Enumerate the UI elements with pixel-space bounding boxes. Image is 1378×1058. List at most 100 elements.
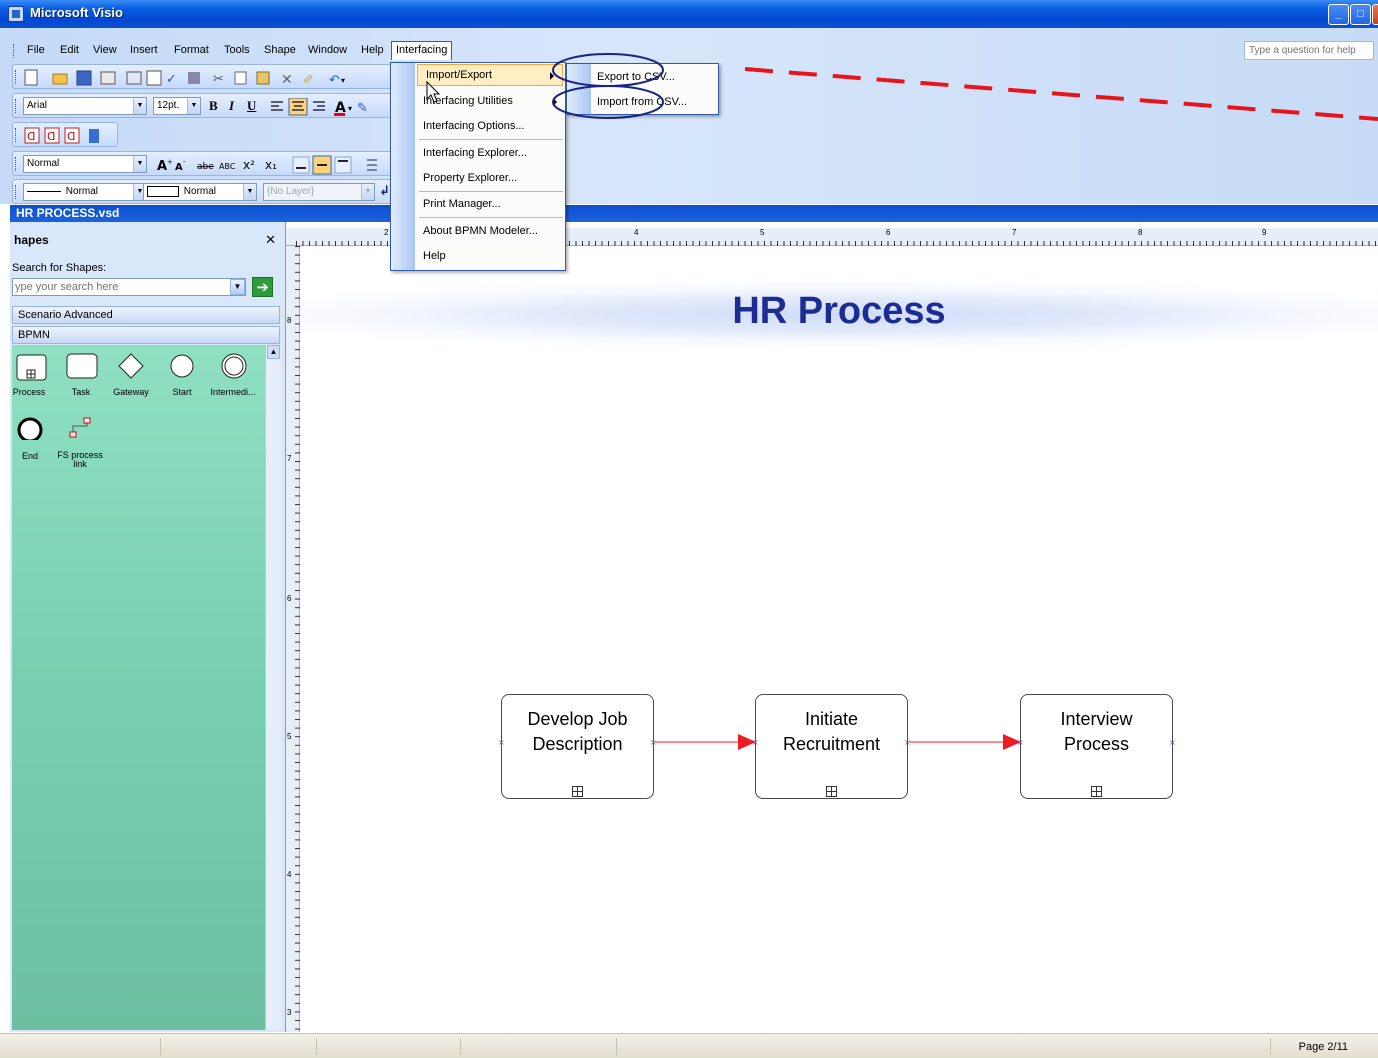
- menu-view[interactable]: View: [91, 43, 119, 57]
- diagram-title[interactable]: HR Process: [300, 290, 1378, 333]
- search-go-icon[interactable]: ➔: [252, 277, 273, 297]
- connector-tool-icon[interactable]: ↲: [379, 183, 390, 199]
- line-sample: [27, 190, 61, 192]
- italic-icon[interactable]: I: [229, 98, 234, 114]
- menu-edit[interactable]: Edit: [58, 43, 81, 57]
- menu-item-about-bpmn-modeler[interactable]: About BPMN Modeler...: [415, 221, 565, 243]
- chevron-down-icon[interactable]: ▼: [133, 98, 146, 114]
- menu-item-label: Interfacing Utilities: [423, 95, 513, 107]
- process-develop-job-description[interactable]: Develop Job Description: [501, 694, 654, 799]
- alignment-icons[interactable]: A ▾ ✎: [269, 98, 393, 116]
- menu-item-interfacing-options[interactable]: Interfacing Options...: [415, 116, 565, 138]
- bold-icon[interactable]: B: [209, 98, 218, 114]
- chevron-down-icon[interactable]: ▼: [230, 279, 245, 295]
- font-value: Arial: [27, 100, 48, 111]
- font-select[interactable]: Arial ▼: [23, 97, 147, 115]
- menu-interfacing[interactable]: Interfacing: [391, 41, 453, 60]
- document-title-bar: HR PROCESS.vsd: [10, 205, 1378, 222]
- process-interview-process[interactable]: Interview Process: [1020, 694, 1173, 799]
- shape-task[interactable]: Task: [60, 387, 102, 397]
- scroll-up-icon[interactable]: ▲: [267, 345, 280, 359]
- pdf-icons[interactable]: ᗡ ᗡ ᗡ: [23, 127, 113, 145]
- menu-item-import-from-csv[interactable]: Import from CSV...: [591, 91, 718, 113]
- svg-text:A: A: [175, 162, 183, 173]
- shape-gateway[interactable]: Gateway: [108, 387, 154, 397]
- stencil-scrollbar[interactable]: ▲: [265, 345, 281, 1030]
- shape-end[interactable]: End: [12, 451, 48, 461]
- visio-app-icon[interactable]: [8, 6, 24, 22]
- font-size-value: 12pt.: [157, 100, 180, 111]
- chevron-down-icon[interactable]: ▼: [361, 184, 374, 200]
- menu-item-export-to-csv[interactable]: Export to CSV...: [591, 66, 718, 88]
- svg-text:✐: ✐: [303, 73, 314, 87]
- ruler-label: 2: [384, 228, 389, 237]
- page-indicator[interactable]: Page 2/11: [1299, 1041, 1348, 1053]
- underline-icon[interactable]: U: [247, 98, 256, 114]
- toolbar-grip[interactable]: [15, 128, 18, 142]
- help-search-input[interactable]: [1244, 41, 1374, 60]
- menu-item-interfacing-utilities[interactable]: Interfacing Utilities: [415, 91, 565, 113]
- process-label-line1: Develop Job: [527, 709, 628, 729]
- vertical-ruler[interactable]: 8 7 6 5 4 3: [286, 246, 300, 1032]
- svg-text:ᗡ: ᗡ: [67, 130, 75, 143]
- fill-sample: [147, 186, 179, 197]
- svg-text:+: +: [167, 158, 173, 166]
- menu-window[interactable]: Window: [306, 43, 349, 57]
- toolbar-grip[interactable]: [15, 185, 18, 199]
- style-select[interactable]: Normal ▼: [23, 155, 147, 173]
- menu-item-interfacing-explorer[interactable]: Interfacing Explorer...: [415, 143, 565, 165]
- text-format-icons[interactable]: A + A - abe ABC x² x₁: [153, 155, 393, 175]
- expand-subprocess-icon[interactable]: [572, 786, 583, 797]
- drawing-canvas[interactable]: [300, 246, 1378, 1032]
- ruler-label: 6: [886, 228, 891, 237]
- svg-text:✓: ✓: [166, 72, 177, 87]
- shapes-panel-header: hapes ✕: [10, 230, 280, 250]
- svg-text:abe: abe: [197, 162, 214, 172]
- close-icon[interactable]: ✕: [265, 232, 276, 248]
- shape-start[interactable]: Start: [164, 387, 200, 397]
- minimize-button[interactable]: _: [1328, 4, 1349, 25]
- menubar-grip[interactable]: [13, 44, 16, 58]
- menu-item-print-manager[interactable]: Print Manager...: [415, 194, 565, 216]
- submenu-arrow-icon: [553, 98, 557, 106]
- chevron-down-icon[interactable]: ▼: [243, 184, 256, 200]
- menu-insert[interactable]: Insert: [128, 43, 160, 57]
- toolbar-grip[interactable]: [15, 70, 18, 84]
- toolbar-grip[interactable]: [15, 157, 18, 171]
- shape-fs-process-link[interactable]: FS process link: [56, 451, 104, 469]
- close-button[interactable]: [1372, 4, 1378, 25]
- line-style-select[interactable]: Normal ▼: [23, 183, 147, 201]
- fill-style-select[interactable]: Normal ▼: [143, 183, 257, 201]
- svg-text:↶: ↶: [329, 73, 340, 87]
- stencil-tab-bpmn[interactable]: BPMN: [12, 326, 280, 344]
- shape-intermediate[interactable]: Intermedi...: [206, 387, 260, 397]
- maximize-button[interactable]: □: [1350, 4, 1371, 25]
- menu-item-property-explorer[interactable]: Property Explorer...: [415, 168, 565, 190]
- menu-help[interactable]: Help: [359, 43, 386, 57]
- process-label-line2: Recruitment: [782, 734, 881, 754]
- menu-tools[interactable]: Tools: [222, 43, 252, 57]
- menu-shape[interactable]: Shape: [262, 43, 298, 57]
- search-shapes-input[interactable]: [12, 278, 246, 296]
- menu-item-import-export[interactable]: Import/Export: [417, 64, 563, 86]
- search-shapes-label: Search for Shapes:: [12, 262, 107, 274]
- layer-select[interactable]: {No Layer} ▼: [263, 183, 375, 201]
- ruler-label: 9: [1262, 228, 1267, 237]
- import-export-submenu: Export to CSV... Import from CSV...: [566, 63, 719, 115]
- menu-file[interactable]: File: [25, 43, 47, 57]
- svg-text:✎: ✎: [357, 101, 368, 116]
- status-bar: [0, 1033, 1378, 1058]
- shape-process[interactable]: Process: [10, 387, 48, 397]
- stencil-tab-scenario-advanced[interactable]: Scenario Advanced: [12, 306, 280, 324]
- toolbar-grip[interactable]: [15, 99, 18, 113]
- chevron-down-icon[interactable]: ▼: [133, 156, 146, 172]
- svg-text:▾: ▾: [341, 76, 345, 85]
- menu-format[interactable]: Format: [172, 43, 211, 57]
- font-size-select[interactable]: 12pt. ▼: [153, 97, 201, 115]
- process-initiate-recruitment[interactable]: Initiate Recruitment: [755, 694, 908, 799]
- menu-item-help[interactable]: Help: [415, 246, 565, 268]
- chevron-down-icon[interactable]: ▼: [187, 98, 200, 114]
- standard-toolbar-icons: ✓ ✂ ✕ ✐ ↶ ▾: [24, 69, 345, 87]
- expand-subprocess-icon[interactable]: [826, 786, 837, 797]
- expand-subprocess-icon[interactable]: [1091, 786, 1102, 797]
